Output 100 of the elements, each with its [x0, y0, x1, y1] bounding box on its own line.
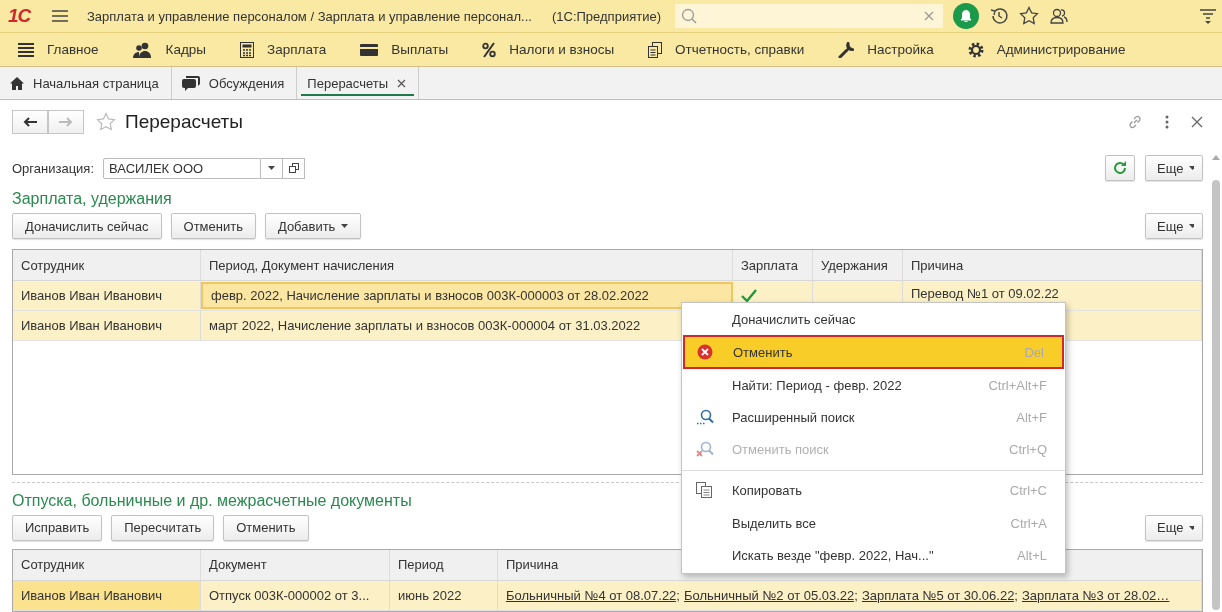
toolbar-button[interactable]: Доначислить сейчас	[12, 213, 162, 240]
shortcut-label: Ctrl+A	[1010, 515, 1047, 531]
wrench-icon	[838, 41, 855, 58]
scroll-thumb[interactable]	[1212, 180, 1220, 610]
section-link[interactable]: Администрирование	[996, 42, 1126, 57]
table-cell: февр. 2022, Начисление зарплаты и взносов 003К-000003 от 28.02.2022	[201, 282, 733, 310]
column-header[interactable]: Сотрудник	[13, 250, 201, 281]
organization-field[interactable]: ВАСИЛЕК ООО	[103, 157, 262, 179]
cancel-search-icon	[696, 441, 714, 457]
table-cell: июнь 2022	[390, 581, 498, 610]
shortcut-label: Del	[1024, 344, 1044, 360]
arrow-right-icon	[59, 117, 73, 127]
clear-icon[interactable]	[923, 11, 934, 21]
menu-item[interactable]: Искать везде "февр. 2022, Нач..." Alt+L	[682, 539, 1065, 571]
star-icon[interactable]	[1018, 6, 1039, 26]
menu-item[interactable]: Выделить все Ctrl+A	[682, 507, 1065, 539]
document-link[interactable]: Зарплата №5 от 30.06.22;	[861, 588, 1018, 603]
caret-icon	[1189, 526, 1194, 530]
open-button[interactable]	[283, 157, 306, 179]
toolbar-button[interactable]: Исправить	[12, 515, 103, 541]
more-button[interactable]: Еще	[1145, 155, 1203, 181]
section-link[interactable]: Выплаты	[391, 42, 449, 57]
tab[interactable]: Начальная страница	[0, 67, 172, 99]
gear-icon	[967, 41, 984, 58]
section-link[interactable]: Настройка	[867, 42, 934, 57]
dropdown-button[interactable]	[261, 157, 284, 179]
section-link[interactable]: Отчетность, справки	[675, 42, 805, 57]
document-link[interactable]: Зарплата №3 от 28.02…	[1022, 588, 1170, 603]
column-header[interactable]: Сотрудник	[13, 550, 201, 580]
menu-item[interactable]: Отменить Del	[683, 335, 1064, 369]
document-link[interactable]: Больничный №2 от 05.03.22;	[683, 588, 858, 603]
panel-menu-icon[interactable]	[1200, 8, 1216, 24]
menu-item[interactable]: Копировать Ctrl+C	[682, 470, 1065, 507]
percent-icon	[482, 41, 497, 58]
card-icon	[360, 43, 379, 56]
cancel-icon	[697, 344, 713, 360]
shortcut-label: Alt+F	[1016, 409, 1047, 425]
history-icon[interactable]	[988, 6, 1009, 26]
refresh-icon	[1113, 161, 1127, 175]
section-link[interactable]: Налоги и взносы	[509, 42, 615, 57]
tab[interactable]: Перерасчеты	[297, 67, 420, 99]
toolbar-button[interactable]: Добавить	[264, 213, 362, 240]
shortcut-label: Ctrl+Q	[1009, 441, 1047, 457]
caret-icon	[268, 166, 276, 170]
menu-item[interactable]: Расширенный поиск Alt+F	[682, 401, 1065, 433]
table-row[interactable]: Иванов Иван Иванович февр. 2022, Начисление зарплаты и взносов 003К-000003 от 28.02.2022 Перевод №1 от 09.02.22	[13, 281, 1202, 312]
documents-icon	[648, 41, 663, 58]
column-header[interactable]: Период	[390, 550, 498, 580]
caret-icon	[1189, 166, 1194, 170]
section-link[interactable]: Главное	[47, 42, 99, 57]
application-name: (1С:Предприятие)	[551, 8, 661, 24]
search-icon	[680, 8, 697, 24]
menu-item[interactable]: Найти: Период - февр. 2022 Ctrl+Alt+F	[682, 369, 1065, 401]
open-window-icon	[288, 163, 299, 173]
form-title: Перерасчеты	[125, 111, 243, 133]
logo: 1С	[8, 5, 33, 27]
calculator-icon	[240, 41, 255, 58]
close-icon[interactable]	[397, 78, 407, 88]
refresh-button[interactable]	[1105, 155, 1135, 181]
section-link[interactable]: Кадры	[165, 42, 207, 57]
column-header[interactable]: Документ	[201, 550, 390, 580]
column-header[interactable]: Удержания	[813, 250, 903, 281]
column-header[interactable]: Зарплата	[733, 250, 813, 281]
more-icon[interactable]	[1165, 115, 1169, 129]
toolbar-button[interactable]: Отменить	[170, 213, 256, 240]
arrow-left-icon	[23, 117, 37, 127]
shortcut-label: Alt+L	[1017, 547, 1047, 563]
section-title: Отпуска, больничные и др. межрасчетные документы	[12, 491, 412, 511]
column-header[interactable]: Причина	[903, 250, 1202, 281]
caret-icon	[1189, 224, 1194, 229]
link-icon[interactable]	[1127, 114, 1143, 130]
more-button[interactable]: Еще	[1145, 213, 1203, 240]
close-icon[interactable]	[1191, 116, 1203, 128]
document-link[interactable]: Больничный №4 от 08.07.22;	[506, 588, 680, 603]
home-icon	[10, 76, 24, 90]
shortcut-label: Ctrl+C	[1009, 482, 1047, 498]
search-field[interactable]	[674, 4, 943, 28]
scroll-up-icon[interactable]	[1212, 155, 1220, 160]
section-title: Зарплата, удержания	[12, 190, 172, 209]
table-cell: Отпуск 003К-000002 от 3...	[201, 581, 390, 610]
back-button[interactable]	[12, 110, 48, 134]
more-button[interactable]: Еще	[1145, 515, 1203, 541]
caret-icon	[341, 224, 349, 229]
menu-icon[interactable]	[52, 9, 68, 23]
column-header[interactable]: Период, Документ начисления	[201, 250, 733, 281]
section-link[interactable]: Зарплата	[267, 42, 327, 57]
table-cell: Иванов Иван Иванович	[13, 311, 201, 341]
table-cell: Иванов Иван Иванович	[13, 581, 201, 610]
tab[interactable]: Обсуждения	[171, 67, 298, 99]
toolbar-button[interactable]: Пересчитать	[111, 515, 215, 541]
chat-icon	[181, 75, 200, 91]
list-icon	[18, 41, 34, 58]
star-icon[interactable]	[96, 112, 116, 132]
search-icon	[696, 409, 714, 425]
toolbar-button[interactable]: Отменить	[223, 515, 309, 541]
people-icon	[132, 41, 153, 58]
bell-icon[interactable]	[952, 3, 979, 29]
users-icon[interactable]	[1048, 6, 1069, 26]
copy-icon	[696, 482, 712, 498]
table-row[interactable]: Иванов Иван Иванович Отпуск 003К-000002 от 3... июнь 2022 Больничный №4 от 08.07.22; Больничный №2 от 05.03.22; Зарплата №5 от 30.06.22; Зарплата №3 от 28.02…	[13, 581, 1202, 611]
